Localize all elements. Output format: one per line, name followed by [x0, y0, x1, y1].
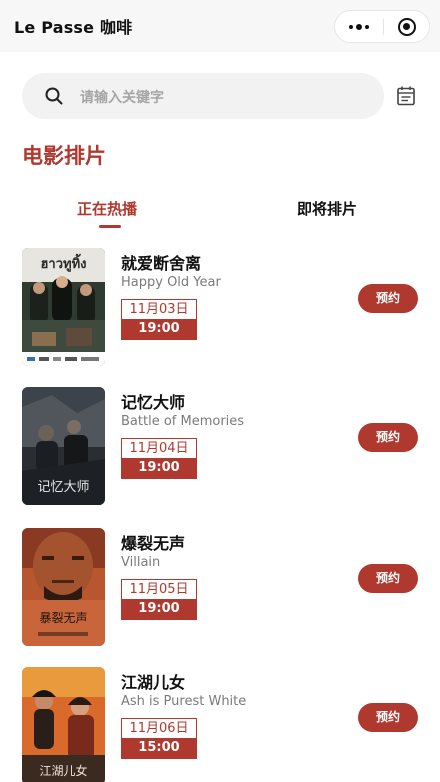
app-title: Le Passe 咖啡 — [14, 18, 133, 37]
showtime-ticket: 11月03日 19:00 — [121, 299, 197, 340]
movie-title: 爆裂无声 — [121, 534, 186, 553]
movie-subtitle: Happy Old Year — [121, 275, 221, 290]
top-bar: Le Passe 咖啡 — [0, 0, 440, 52]
mini-program-capsule — [334, 10, 430, 43]
showtime-ticket: 11月06日 15:00 — [121, 718, 197, 759]
tab-now-showing[interactable]: 正在热播 — [77, 198, 137, 219]
show-date: 11月04日 — [122, 439, 196, 458]
more-menu-icon[interactable] — [335, 11, 383, 42]
movie-title: 记忆大师 — [121, 393, 186, 412]
show-time: 15:00 — [122, 738, 196, 758]
book-button[interactable]: 预约 — [358, 423, 418, 452]
movie-item[interactable]: 暴裂无声 爆裂无声 Villain 11月05日 19:00 预约 — [0, 528, 440, 646]
movie-poster[interactable]: 记忆大师 — [22, 387, 105, 505]
calendar-icon[interactable] — [397, 86, 415, 106]
section-title: 电影排片 — [22, 144, 106, 168]
poster-title: 暴裂无声 — [39, 611, 87, 625]
show-date: 11月03日 — [122, 300, 196, 319]
active-tab-indicator — [99, 225, 121, 228]
show-date: 11月05日 — [122, 580, 196, 599]
book-button[interactable]: 预约 — [358, 703, 418, 732]
movie-poster[interactable]: ฮาวทูทิ้ง — [22, 248, 105, 366]
poster-title: 江湖儿女 — [39, 763, 87, 778]
movie-item[interactable]: ฮาวทูทิ้ง 就爱断舍离 Happy Old Year 11月03日 19… — [0, 248, 440, 366]
movie-subtitle: Villain — [121, 555, 161, 570]
showtime-ticket: 11月05日 19:00 — [121, 579, 197, 620]
movie-subtitle: Ash is Purest White — [121, 694, 247, 709]
book-button[interactable]: 预约 — [358, 284, 418, 313]
show-time: 19:00 — [122, 319, 196, 339]
search-icon — [45, 87, 63, 105]
showtime-ticket: 11月04日 19:00 — [121, 438, 197, 479]
poster-title: 记忆大师 — [37, 479, 89, 495]
movie-poster[interactable]: 暴裂无声 — [22, 528, 105, 646]
show-time: 19:00 — [122, 458, 196, 478]
show-time: 19:00 — [122, 599, 196, 619]
movie-title: 江湖儿女 — [121, 673, 186, 692]
show-date: 11月06日 — [122, 719, 196, 738]
movie-item[interactable]: 记忆大师 记忆大师 Battle of Memories 11月04日 19:0… — [0, 387, 440, 505]
search-placeholder[interactable]: 请输入关键字 — [80, 87, 164, 107]
close-program-icon[interactable] — [383, 11, 430, 42]
movie-poster[interactable]: 江湖儿女 — [22, 667, 105, 782]
movie-title: 就爱断舍离 — [121, 254, 202, 273]
movie-item[interactable]: 江湖儿女 江湖儿女 Ash is Purest White 11月06日 15:… — [0, 667, 440, 782]
book-button[interactable]: 预约 — [358, 564, 418, 593]
search-bar[interactable]: 请输入关键字 — [22, 73, 384, 119]
movie-subtitle: Battle of Memories — [121, 414, 245, 429]
tab-coming-soon[interactable]: 即将排片 — [297, 198, 357, 219]
